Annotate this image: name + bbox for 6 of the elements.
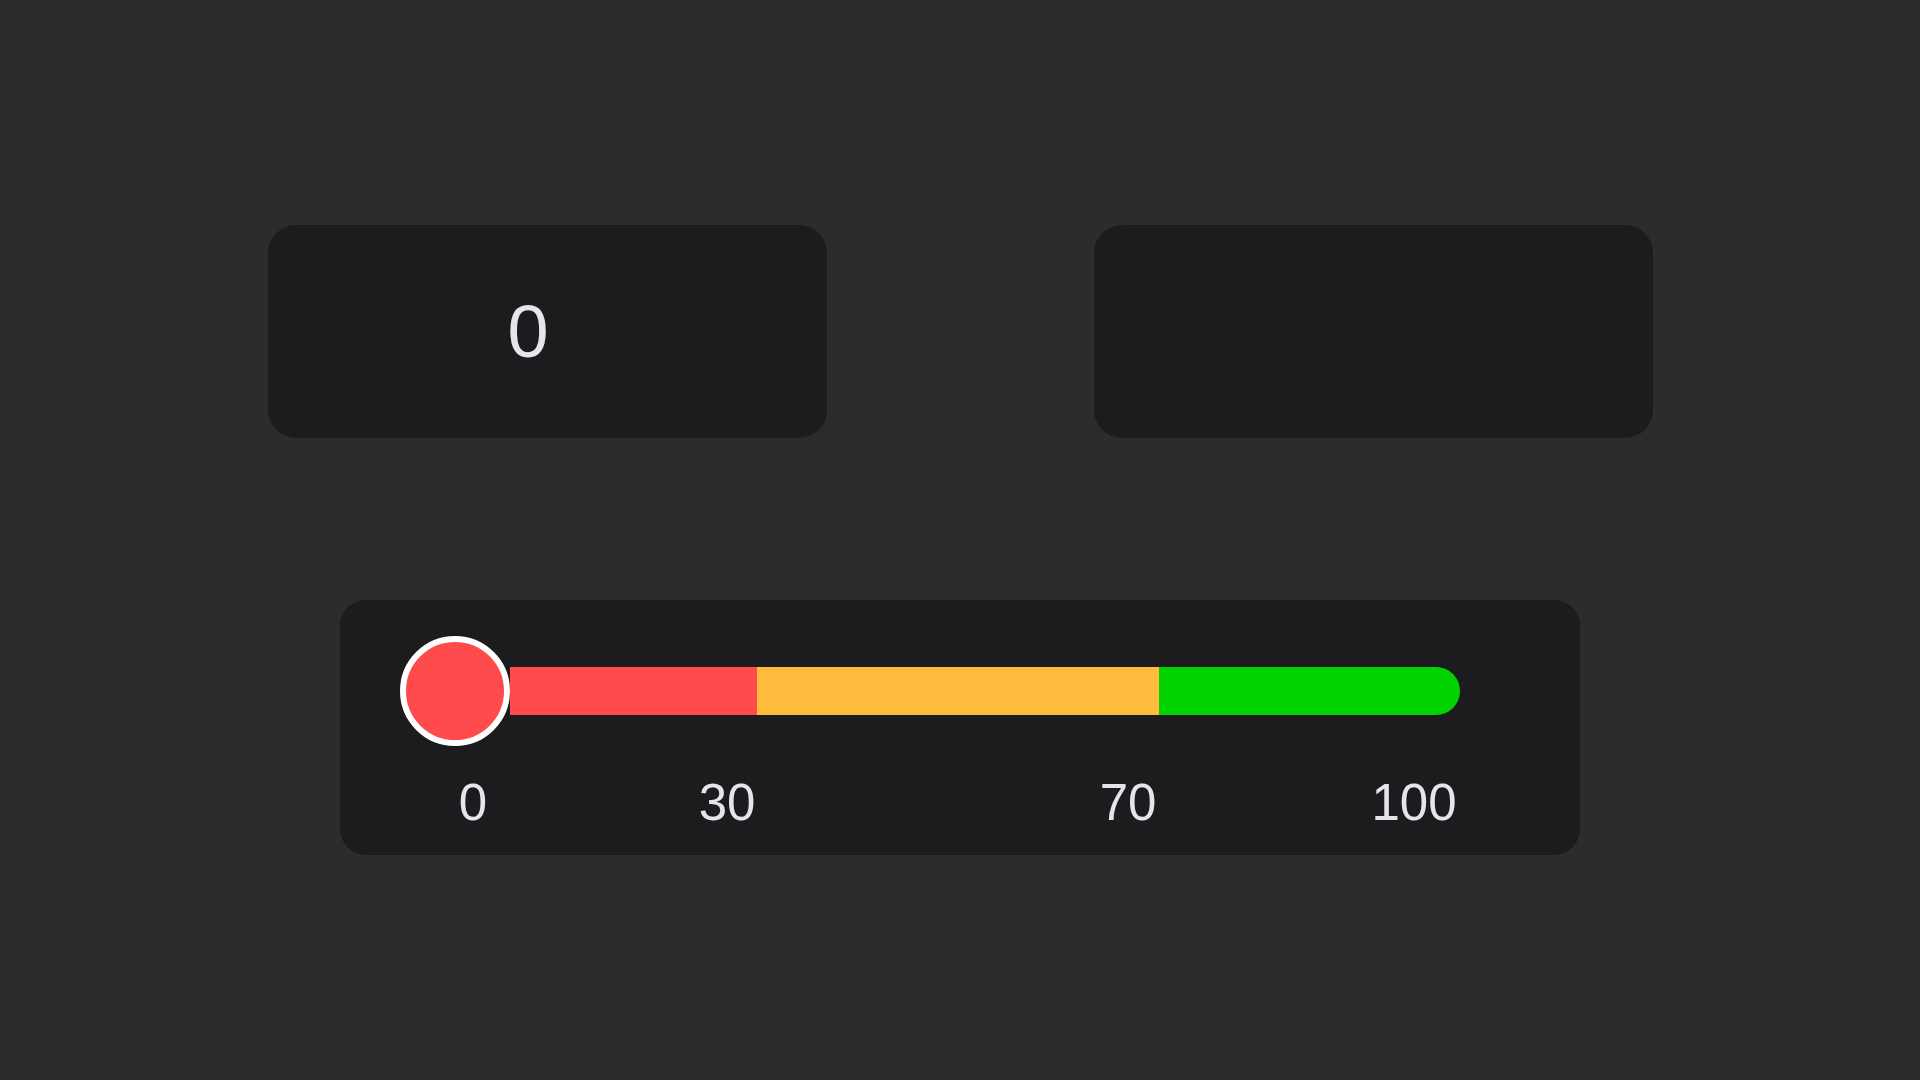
tick-label: 70 bbox=[1099, 777, 1157, 828]
value-text: 0 bbox=[507, 294, 549, 369]
tick-label: 100 bbox=[1371, 777, 1457, 828]
tick-label: 0 bbox=[458, 777, 488, 828]
tick-label: 30 bbox=[698, 777, 756, 828]
slider-track[interactable] bbox=[510, 667, 1460, 715]
